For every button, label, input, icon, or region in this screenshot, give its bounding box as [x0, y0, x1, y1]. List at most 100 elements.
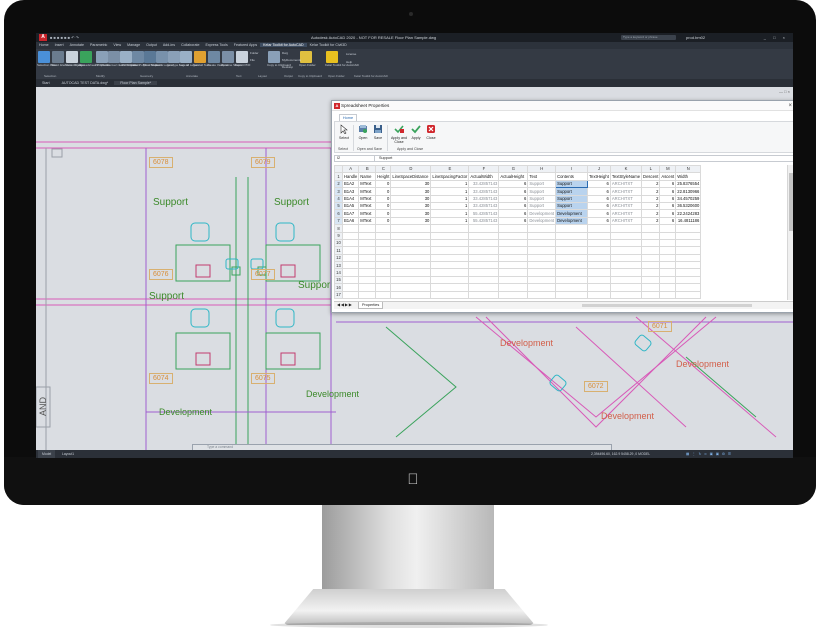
table-cell[interactable] — [641, 261, 661, 270]
spreadsheet-grid[interactable]: A B C D E F G H I J K L M N 1 Handle Name Height LineSpace… — [334, 165, 786, 300]
column-header[interactable]: D — [390, 165, 432, 174]
table-cell[interactable]: Development — [555, 209, 589, 218]
table-cell[interactable] — [341, 275, 360, 285]
table-cell[interactable] — [390, 224, 432, 233]
table-cell[interactable]: 2 — [641, 194, 661, 203]
ribbon-tool-button[interactable] — [194, 51, 206, 63]
table-cell[interactable] — [341, 268, 360, 277]
horizontal-scrollbar[interactable] — [582, 304, 752, 307]
table-cell[interactable] — [498, 224, 529, 233]
table-cell[interactable] — [498, 283, 529, 292]
row-number[interactable]: 1 — [334, 172, 343, 181]
table-cell[interactable] — [609, 231, 643, 240]
row-number[interactable]: 10 — [334, 238, 343, 248]
table-cell[interactable] — [609, 224, 643, 233]
user-name[interactable]: prod.bm02 — [686, 33, 705, 42]
table-cell[interactable] — [609, 268, 643, 277]
table-cell[interactable] — [498, 238, 529, 248]
row-number[interactable]: 8 — [334, 224, 343, 233]
header-cell[interactable]: LineSpaceDistance — [390, 172, 432, 181]
table-cell[interactable]: Support — [555, 179, 589, 189]
column-header[interactable] — [334, 165, 343, 174]
table-cell[interactable] — [641, 275, 661, 285]
search-input[interactable]: Type a keyword or phrase — [621, 35, 676, 40]
table-cell[interactable] — [375, 290, 392, 300]
table-cell[interactable]: Support — [527, 201, 557, 211]
table-cell[interactable]: 1 — [430, 216, 470, 226]
table-cell[interactable]: 0 — [375, 216, 392, 226]
table-cell[interactable] — [587, 224, 611, 233]
table-cell[interactable] — [430, 231, 470, 240]
table-cell[interactable]: B1A3 — [341, 187, 360, 196]
table-cell[interactable] — [659, 238, 677, 248]
table-cell[interactable]: 0 — [375, 201, 392, 211]
table-cell[interactable] — [341, 231, 360, 240]
table-cell[interactable] — [375, 283, 392, 292]
table-cell[interactable]: B1A2 — [341, 179, 360, 189]
table-cell[interactable] — [587, 246, 611, 255]
table-cell[interactable]: ARCHITXT — [609, 194, 643, 203]
table-cell[interactable] — [498, 268, 529, 277]
ribbon-tool-button[interactable] — [268, 51, 280, 63]
ribbon-tab[interactable]: Collaborate — [178, 43, 202, 47]
ribbon-small-button[interactable]: License — [346, 52, 356, 57]
ribbon-tool-button[interactable] — [52, 51, 64, 63]
header-cell[interactable]: LineSpacingFactor — [430, 172, 470, 181]
table-cell[interactable] — [609, 238, 643, 248]
table-cell[interactable]: B1A4 — [341, 194, 360, 203]
table-cell[interactable] — [358, 283, 377, 292]
layout-tab-model[interactable]: Model — [38, 450, 56, 458]
table-cell[interactable] — [375, 224, 392, 233]
table-cell[interactable]: 33.42857143 — [468, 187, 500, 196]
header-cell[interactable]: ActualWidth — [468, 172, 500, 181]
column-header[interactable]: F — [468, 165, 500, 174]
table-cell[interactable] — [468, 231, 500, 240]
table-cell[interactable] — [468, 253, 500, 263]
table-cell[interactable]: 6 — [587, 194, 611, 203]
table-cell[interactable] — [555, 290, 589, 300]
ribbon-tool-button[interactable] — [66, 51, 78, 63]
table-cell[interactable] — [641, 231, 661, 240]
table-cell[interactable] — [675, 275, 702, 285]
table-cell[interactable]: Support — [527, 187, 557, 196]
ribbon-small-button[interactable]: Help — [346, 60, 352, 65]
table-cell[interactable]: 0 — [375, 194, 392, 203]
column-header[interactable]: K — [609, 165, 643, 174]
table-cell[interactable] — [555, 261, 589, 270]
table-cell[interactable]: 34.4570259 — [675, 194, 702, 203]
table-cell[interactable]: 30 — [390, 194, 432, 203]
table-cell[interactable]: ARCHITXT — [609, 201, 643, 211]
table-cell[interactable]: 22.8130966 — [675, 187, 702, 196]
table-cell[interactable] — [527, 290, 557, 300]
table-cell[interactable] — [358, 261, 377, 270]
table-cell[interactable]: 2 — [641, 187, 661, 196]
header-cell[interactable]: TextHeight — [587, 172, 611, 181]
table-cell[interactable]: MText — [358, 209, 377, 218]
ribbon-tool-button[interactable] — [222, 51, 234, 63]
table-cell[interactable] — [468, 290, 500, 300]
table-cell[interactable] — [555, 246, 589, 255]
table-cell[interactable]: ARCHITXT — [609, 216, 643, 226]
ribbon-tool-button[interactable] — [326, 51, 338, 63]
document-tab[interactable]: Floor Plan Sample* — [114, 81, 158, 85]
table-cell[interactable] — [675, 253, 702, 263]
table-cell[interactable] — [498, 246, 529, 255]
ribbon-tab[interactable]: Home — [36, 43, 52, 47]
table-cell[interactable] — [430, 261, 470, 270]
table-cell[interactable] — [641, 224, 661, 233]
table-cell[interactable] — [358, 246, 377, 255]
document-tab[interactable]: AUTOCAD TEST DATA.dwg* — [56, 81, 115, 85]
row-number[interactable]: 14 — [334, 268, 343, 277]
table-cell[interactable] — [498, 231, 529, 240]
row-number[interactable]: 15 — [334, 275, 343, 285]
table-cell[interactable]: MText — [358, 216, 377, 226]
table-cell[interactable] — [675, 224, 702, 233]
table-cell[interactable] — [641, 290, 661, 300]
vertical-scrollbar[interactable] — [787, 165, 793, 300]
row-number[interactable]: 5 — [334, 201, 343, 211]
table-cell[interactable] — [675, 290, 702, 300]
layout-tab-layout1[interactable]: Layout1 — [58, 450, 78, 458]
table-cell[interactable] — [390, 268, 432, 277]
ribbon-tool-button[interactable] — [80, 51, 92, 63]
column-header[interactable]: I — [555, 165, 589, 174]
